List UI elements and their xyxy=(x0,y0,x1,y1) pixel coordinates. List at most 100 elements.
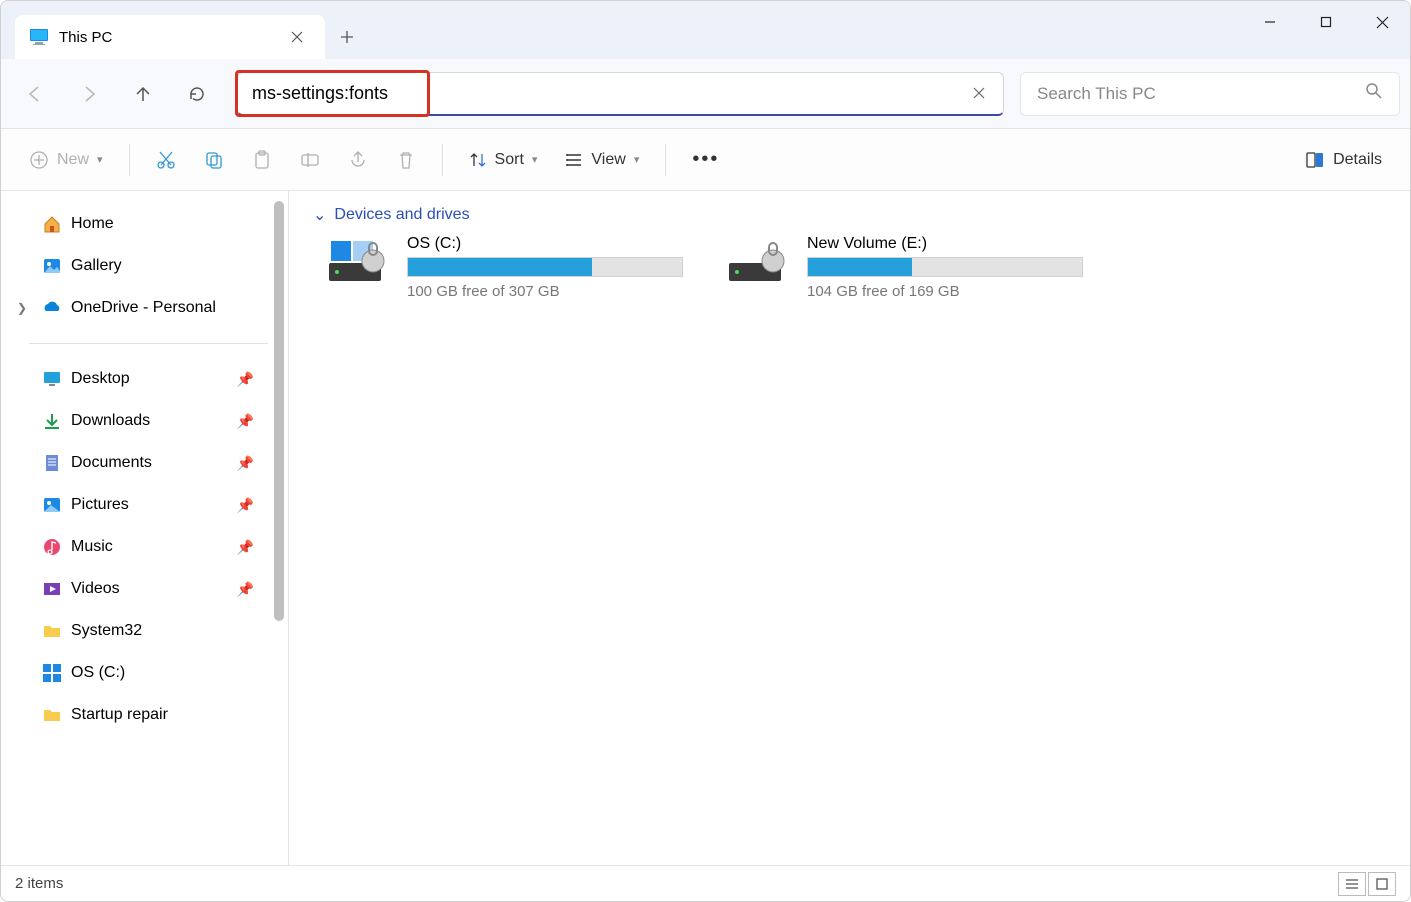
desktop-icon xyxy=(41,368,63,390)
new-tab-button[interactable] xyxy=(325,15,369,59)
drive-usage-bar xyxy=(807,257,1083,277)
downloads-icon xyxy=(41,410,63,432)
content-area: Home Gallery ❯ OneDrive - Personal Deskt… xyxy=(1,191,1410,865)
chevron-down-icon: ▾ xyxy=(634,153,640,166)
drive-item-e[interactable]: New Volume (E:) 104 GB free of 169 GB xyxy=(723,235,1083,300)
main-pane: ⌄ Devices and drives OS (C:) 100 GB free… xyxy=(289,191,1410,865)
drive-usage-fill xyxy=(808,258,912,276)
group-header-label: Devices and drives xyxy=(334,206,469,224)
sidebar-item-system32[interactable]: System32 xyxy=(13,610,284,652)
sidebar-item-downloads[interactable]: Downloads 📌 xyxy=(13,400,284,442)
sidebar-item-label: OneDrive - Personal xyxy=(71,299,216,317)
view-details-button[interactable] xyxy=(1338,872,1366,896)
minimize-button[interactable] xyxy=(1242,1,1298,43)
drive-name: OS (C:) xyxy=(407,235,683,253)
sidebar-item-label: Documents xyxy=(71,454,152,472)
drive-name: New Volume (E:) xyxy=(807,235,1083,253)
toolbar-separator xyxy=(665,144,666,176)
drive-usage-bar xyxy=(407,257,683,277)
status-bar: 2 items xyxy=(1,865,1410,901)
gallery-icon xyxy=(41,255,63,277)
maximize-button[interactable] xyxy=(1298,1,1354,43)
new-button[interactable]: New ▾ xyxy=(17,140,115,180)
pin-icon: 📌 xyxy=(237,455,254,472)
drive-free-text: 100 GB free of 307 GB xyxy=(407,283,683,300)
sidebar-item-label: Gallery xyxy=(71,257,122,275)
details-button[interactable]: Details xyxy=(1293,140,1394,180)
window-controls xyxy=(1242,1,1410,43)
sidebar-item-desktop[interactable]: Desktop 📌 xyxy=(13,358,284,400)
pin-icon: 📌 xyxy=(237,413,254,430)
refresh-button[interactable] xyxy=(173,70,221,118)
sidebar-item-label: Videos xyxy=(71,580,120,598)
sidebar-item-label: System32 xyxy=(71,622,142,640)
search-placeholder: Search This PC xyxy=(1037,84,1365,104)
sidebar-item-label: Downloads xyxy=(71,412,150,430)
tab-this-pc[interactable]: This PC xyxy=(15,15,325,59)
this-pc-icon xyxy=(29,27,49,47)
paste-button[interactable] xyxy=(240,140,284,180)
view-button[interactable]: View ▾ xyxy=(553,140,651,180)
sidebar-item-onedrive[interactable]: ❯ OneDrive - Personal xyxy=(13,287,284,329)
drive-usage-fill xyxy=(408,258,592,276)
sidebar-item-music[interactable]: Music 📌 xyxy=(13,526,284,568)
drive-body: New Volume (E:) 104 GB free of 169 GB xyxy=(807,235,1083,300)
drive-icon xyxy=(723,235,793,291)
sidebar-item-pictures[interactable]: Pictures 📌 xyxy=(13,484,284,526)
sort-button[interactable]: Sort ▾ xyxy=(457,140,550,180)
sidebar-item-os-drive[interactable]: OS (C:) xyxy=(13,652,284,694)
chevron-down-icon: ⌄ xyxy=(313,205,326,225)
sidebar-item-startup-repair[interactable]: Startup repair xyxy=(13,694,284,736)
status-items-count: 2 items xyxy=(15,875,63,892)
home-icon xyxy=(41,213,63,235)
tab-close-button[interactable] xyxy=(283,23,311,51)
pin-icon: 📌 xyxy=(237,539,254,556)
view-toggle xyxy=(1338,872,1396,896)
forward-button[interactable] xyxy=(65,70,113,118)
documents-icon xyxy=(41,452,63,474)
sidebar-item-home[interactable]: Home xyxy=(13,203,284,245)
rename-button[interactable] xyxy=(288,140,332,180)
drive-item-c[interactable]: OS (C:) 100 GB free of 307 GB xyxy=(323,235,683,300)
share-button[interactable] xyxy=(336,140,380,180)
navigation-pane: Home Gallery ❯ OneDrive - Personal Deskt… xyxy=(1,191,289,865)
chevron-down-icon: ▾ xyxy=(97,153,103,166)
up-button[interactable] xyxy=(119,70,167,118)
address-input[interactable] xyxy=(238,83,961,104)
folder-icon xyxy=(41,704,63,726)
toolbar: New ▾ Sort ▾ View ▾ ••• Details xyxy=(1,129,1410,191)
search-icon xyxy=(1365,82,1383,105)
pin-icon: 📌 xyxy=(237,581,254,598)
view-large-icons-button[interactable] xyxy=(1368,872,1396,896)
sidebar-item-label: Home xyxy=(71,215,114,233)
sidebar-item-label: Music xyxy=(71,538,113,556)
drive-icon xyxy=(41,662,63,684)
sidebar-item-label: Startup repair xyxy=(71,706,168,724)
chevron-right-icon[interactable]: ❯ xyxy=(17,301,27,315)
address-bar[interactable] xyxy=(237,72,1004,116)
pin-icon: 📌 xyxy=(237,371,254,388)
pin-icon: 📌 xyxy=(237,497,254,514)
drives-container: OS (C:) 100 GB free of 307 GB New Volume… xyxy=(323,235,1386,300)
more-button[interactable]: ••• xyxy=(680,140,731,180)
close-window-button[interactable] xyxy=(1354,1,1410,43)
search-box[interactable]: Search This PC xyxy=(1020,72,1400,116)
copy-button[interactable] xyxy=(192,140,236,180)
sidebar-item-gallery[interactable]: Gallery xyxy=(13,245,284,287)
sidebar-item-videos[interactable]: Videos 📌 xyxy=(13,568,284,610)
sort-label: Sort xyxy=(495,151,524,169)
address-clear-button[interactable] xyxy=(961,75,997,111)
music-icon xyxy=(41,536,63,558)
drive-free-text: 104 GB free of 169 GB xyxy=(807,283,1083,300)
sidebar-item-documents[interactable]: Documents 📌 xyxy=(13,442,284,484)
delete-button[interactable] xyxy=(384,140,428,180)
drive-icon xyxy=(323,235,393,291)
pictures-icon xyxy=(41,494,63,516)
sidebar-divider xyxy=(29,343,268,344)
sidebar-item-label: OS (C:) xyxy=(71,664,125,682)
videos-icon xyxy=(41,578,63,600)
cut-button[interactable] xyxy=(144,140,188,180)
navbar: Search This PC xyxy=(1,59,1410,129)
back-button[interactable] xyxy=(11,70,59,118)
group-header-devices[interactable]: ⌄ Devices and drives xyxy=(313,205,1386,225)
